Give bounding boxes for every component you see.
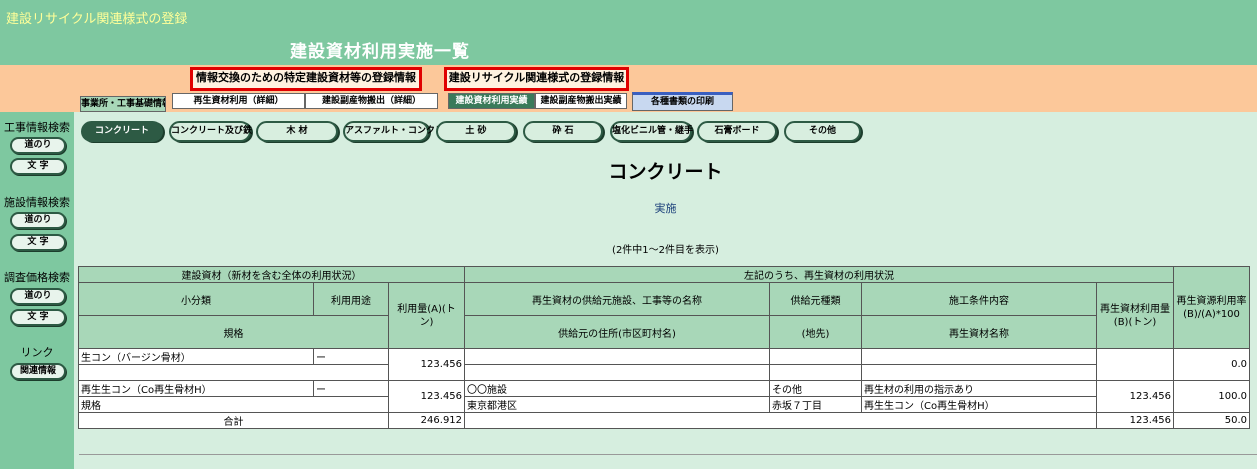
row1-saisei-ryo bbox=[1096, 348, 1175, 381]
header-row-3: 規格 供給元の住所(市区町村名) (地先) 再生資材名称 bbox=[78, 315, 1250, 349]
header-kyokyu-type: 供給元種類 bbox=[769, 282, 863, 316]
table-row bbox=[78, 364, 1250, 381]
header-seko: 施工条件内容 bbox=[861, 282, 1098, 316]
status-text: 実施 bbox=[654, 202, 677, 215]
total-saisei-ryo: 123.456 bbox=[1096, 412, 1175, 429]
header-chisaki: (地先) bbox=[769, 315, 863, 349]
tab-print[interactable]: 各種書類の印刷 bbox=[632, 92, 733, 111]
row1-kyokyu-type bbox=[769, 348, 863, 365]
total-blank bbox=[464, 412, 1098, 429]
category-heading: コンクリート bbox=[608, 161, 723, 183]
tab-band: 事業所・工事基礎情報 情報交換のための特定建設資材等の登録情報 再生資材利用（詳… bbox=[0, 65, 1257, 112]
category-soil[interactable]: 土 砂 bbox=[436, 121, 516, 142]
header-rate: 再生資源利用率(B)/(A)*100 bbox=[1173, 266, 1251, 349]
header-saisei-group: 左記のうち、再生資材の利用状況 bbox=[464, 266, 1175, 283]
row2-saisei-ryo: 123.456 bbox=[1096, 380, 1175, 413]
header-row-1: 建設資材（新材を含む全体の利用状況） 左記のうち、再生資材の利用状況 再生資源利… bbox=[77, 266, 1251, 349]
page-title: 建設資材利用実施一覧 bbox=[290, 42, 470, 62]
main-content: コンクリート コンクリート及び鉄 木 材 アスファルト・コンクリート 土 砂 砕… bbox=[74, 112, 1257, 469]
category-other[interactable]: その他 bbox=[784, 121, 861, 142]
row1-kyokyu bbox=[464, 348, 771, 365]
row2-kikaku: 規格 bbox=[78, 396, 389, 413]
category-concrete[interactable]: コンクリート bbox=[81, 121, 163, 142]
header-shobunrui: 小分類 bbox=[78, 282, 314, 316]
sidebar-koji-search-label: 工事情報検索 bbox=[4, 121, 70, 134]
row2-chisaki: 赤坂７丁目 bbox=[769, 396, 863, 413]
row2-riyoto: ー bbox=[313, 380, 389, 397]
header-kenzai: 建設資材（新材を含む全体の利用状況） bbox=[77, 266, 466, 283]
row2-riyoryo: 123.456 bbox=[387, 380, 466, 413]
shisetsu-moji-button[interactable]: 文 字 bbox=[10, 234, 66, 251]
header-riyoto: 利用用途 bbox=[313, 282, 389, 316]
sidebar: 工事情報検索 道のり 文 字 施設情報検索 道のり 文 字 調査価格検索 道のり… bbox=[0, 112, 74, 469]
row1-riyoto: ー bbox=[313, 348, 389, 365]
row1-saisei-name bbox=[861, 364, 1098, 381]
header-kyokyu: 再生資材の供給元施設、工事等の名称 bbox=[464, 282, 771, 316]
header-address: 供給元の住所(市区町村名) bbox=[464, 315, 771, 349]
row2-address: 東京都港区 bbox=[464, 396, 771, 413]
total-riyoryo: 246.912 bbox=[387, 412, 466, 429]
header-bar: 建設リサイクル関連様式の登録 建設資材利用実施一覧 bbox=[0, 0, 1257, 65]
row2-shobunrui: 再生生コン（Co再生骨材H） bbox=[78, 380, 314, 397]
header-kikaku: 規格 bbox=[78, 315, 389, 349]
koji-michinori-button[interactable]: 道のり bbox=[10, 137, 66, 154]
table-row: 再生生コン（Co再生骨材H） ー 123.456 〇〇施設 その他 再生材の利用… bbox=[78, 380, 1251, 413]
category-crushed-stone[interactable]: 砕 石 bbox=[523, 121, 603, 142]
header-riyoryo: 利用量(A)(トン) bbox=[387, 282, 466, 349]
tab-group-recycle: 建設リサイクル関連様式の登録情報 bbox=[444, 67, 629, 91]
row2-kyokyu-type: その他 bbox=[769, 380, 863, 397]
row1-riyoryo: 123.456 bbox=[387, 348, 466, 381]
sidebar-chosa-search-label: 調査価格検索 bbox=[4, 271, 70, 284]
tab-shizai-jisseki[interactable]: 建設資材利用実績 bbox=[448, 93, 535, 109]
header-saisei-name: 再生資材名称 bbox=[861, 315, 1098, 349]
total-rate: 50.0 bbox=[1173, 412, 1251, 429]
tab-group-tokutei: 情報交換のための特定建設資材等の登録情報 bbox=[190, 67, 422, 91]
row2-rate: 100.0 bbox=[1173, 380, 1251, 413]
shisetsu-michinori-button[interactable]: 道のり bbox=[10, 212, 66, 229]
koji-moji-button[interactable]: 文 字 bbox=[10, 158, 66, 175]
row2-saisei-name: 再生生コン（Co再生骨材H） bbox=[861, 396, 1098, 413]
chosa-michinori-button[interactable]: 道のり bbox=[10, 288, 66, 305]
row2-seko: 再生材の利用の指示あり bbox=[861, 380, 1098, 397]
tab-saisei-riyo[interactable]: 再生資材利用（詳細） bbox=[172, 93, 305, 109]
sidebar-link-label: リンク bbox=[20, 346, 54, 359]
total-row: 合計 246.912 123.456 50.0 bbox=[78, 412, 1251, 429]
row1-kikaku bbox=[78, 364, 389, 381]
app-title: 建設リサイクル関連様式の登録 bbox=[6, 12, 188, 27]
chosa-moji-button[interactable]: 文 字 bbox=[10, 309, 66, 326]
material-usage-table: 建設資材（新材を含む全体の利用状況） 左記のうち、再生資材の利用状況 再生資源利… bbox=[77, 266, 1251, 429]
related-info-button[interactable]: 関連情報 bbox=[10, 363, 66, 380]
tab-fukusanbutsu[interactable]: 建設副産物搬出（詳細） bbox=[305, 93, 438, 109]
sidebar-shisetsu-search-label: 施設情報検索 bbox=[4, 196, 70, 209]
table-row: 規格 東京都港区 赤坂７丁目 再生生コン（Co再生骨材H） bbox=[78, 396, 1250, 413]
category-pvc-pipe[interactable]: 塩化ビニル管・継手 bbox=[610, 121, 693, 142]
category-concrete-steel[interactable]: コンクリート及び鉄 bbox=[169, 121, 252, 142]
category-wood[interactable]: 木 材 bbox=[256, 121, 338, 142]
result-count: (2件中1～2件目を表示) bbox=[612, 245, 719, 256]
total-label: 合計 bbox=[78, 412, 389, 429]
row1-chisaki bbox=[769, 364, 863, 381]
header-row-2: 小分類 利用用途 利用量(A)(トン) 再生資材の供給元施設、工事等の名称 供給… bbox=[78, 282, 1250, 349]
row2-kyokyu: 〇〇施設 bbox=[464, 380, 771, 397]
row1-address bbox=[464, 364, 771, 381]
table-row: 生コン（バージン骨材） ー 123.456 0.0 bbox=[78, 348, 1251, 381]
category-gypsum-board[interactable]: 石膏ボード bbox=[697, 121, 777, 142]
tab-jigyosho[interactable]: 事業所・工事基礎情報 bbox=[80, 96, 166, 112]
header-saisei-ryo: 再生資材利用量(B)(トン) bbox=[1096, 282, 1175, 349]
category-asphalt-concrete[interactable]: アスファルト・コンクリート bbox=[343, 121, 462, 142]
tab-fukusanbutsu-jisseki[interactable]: 建設副産物搬出実績 bbox=[535, 93, 627, 109]
row1-shobunrui: 生コン（バージン骨材） bbox=[78, 348, 314, 365]
row1-seko bbox=[861, 348, 1098, 365]
footer-divider bbox=[79, 454, 1257, 455]
row1-rate: 0.0 bbox=[1173, 348, 1251, 381]
